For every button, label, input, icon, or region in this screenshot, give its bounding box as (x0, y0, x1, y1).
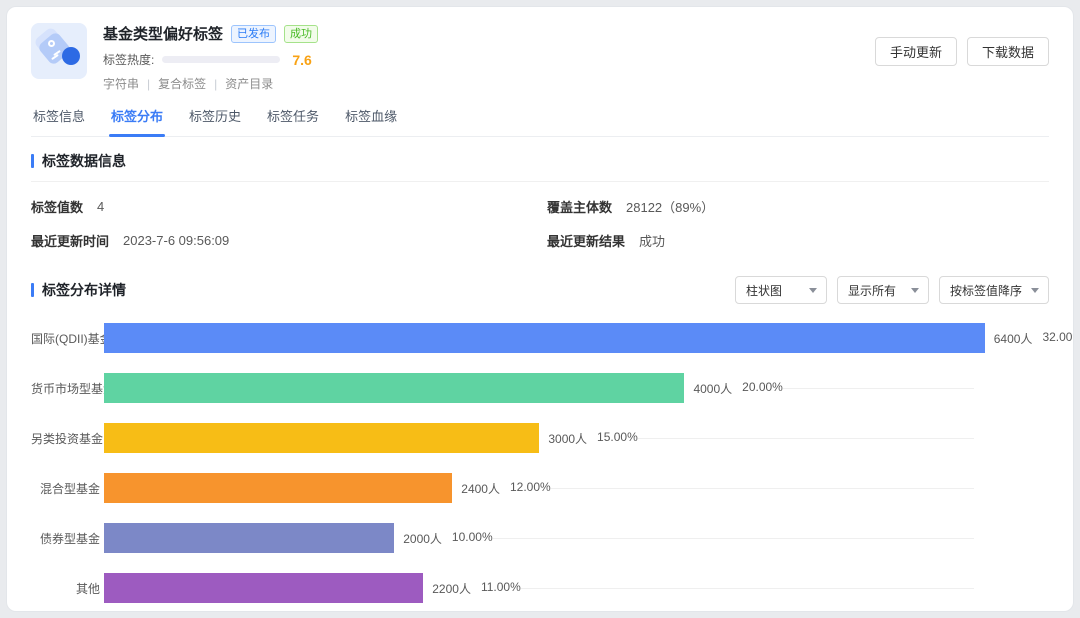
tab-tag-distribution[interactable]: 标签分布 (109, 106, 165, 136)
tab-tag-lineage[interactable]: 标签血缘 (343, 106, 399, 136)
bar-category-label: 货币市场型基金 (31, 380, 104, 397)
field-last-update-time: 最近更新时间 2023-7-6 09:56:09 (31, 216, 547, 250)
tag-detail-card: 基金类型偏好标签 已发布 成功 标签热度: 7.6 字符串 | 复合标签 | 资… (6, 6, 1074, 612)
bar[interactable] (104, 323, 985, 353)
bar-value: 2400人 12.00% (461, 480, 550, 497)
meta-item-catalog: 资产目录 (225, 75, 273, 92)
status-badge-published: 已发布 (231, 25, 276, 43)
info-fields: 标签值数 4 覆盖主体数 28122（89%） 最近更新时间 2023-7-6 … (31, 182, 1049, 250)
section-accent-bar (31, 154, 34, 168)
tab-tag-tasks[interactable]: 标签任务 (265, 106, 321, 136)
section-accent-bar (31, 283, 34, 297)
bar-plot-area: 3000人 15.00% (104, 423, 1049, 453)
chart-row: 混合型基金 2400人 12.00% (31, 463, 1049, 513)
bar-pct-label: 32.00% (1042, 330, 1074, 347)
bar-value-label: 2000人 (403, 530, 442, 547)
bar[interactable] (104, 473, 452, 503)
meta-item-kind: 复合标签 (158, 75, 206, 92)
bar-plot-area: 4000人 20.00% (104, 373, 1049, 403)
distribution-section-header: 标签分布详情 柱状图 显示所有 按标签值降序 (31, 276, 1049, 304)
bar[interactable] (104, 373, 684, 403)
bar-pct-label: 20.00% (742, 380, 783, 397)
display-filter-select[interactable]: 显示所有 (837, 276, 929, 304)
bar-category-label: 另类投资基金 (31, 430, 104, 447)
chart-row: 另类投资基金 3000人 15.00% (31, 413, 1049, 463)
heat-progress (162, 56, 280, 63)
bar-category-label: 债券型基金 (31, 530, 104, 547)
bar-value-label: 2400人 (461, 480, 500, 497)
chevron-down-icon (809, 288, 817, 293)
header-actions: 手动更新 下载数据 (875, 37, 1049, 66)
meta-separator: | (147, 77, 150, 91)
bar-value-label: 6400人 (994, 330, 1033, 347)
tag-icon (31, 23, 87, 79)
row-grid-line (551, 488, 975, 489)
field-covered-entities: 覆盖主体数 28122（89%） (547, 182, 1049, 216)
chart-row: 债券型基金 2000人 10.00% (31, 513, 1049, 563)
bar-value-label: 2200人 (432, 580, 471, 597)
meta-row: 字符串 | 复合标签 | 资产目录 (103, 75, 875, 92)
chart-row: 其他 2200人 11.00% (31, 563, 1049, 612)
bar[interactable] (104, 523, 394, 553)
sort-order-select[interactable]: 按标签值降序 (939, 276, 1049, 304)
status-badge-success: 成功 (284, 25, 318, 43)
row-grid-line (638, 438, 975, 439)
chart-filters: 柱状图 显示所有 按标签值降序 (735, 276, 1049, 304)
distribution-bar-chart: 国际(QDII)基金 6400人 32.00% 货币市场型基金 4000人 20… (31, 313, 1049, 612)
bar-plot-area: 2000人 10.00% (104, 523, 1049, 553)
tab-tag-history[interactable]: 标签历史 (187, 106, 243, 136)
bar[interactable] (104, 573, 423, 603)
bar-value: 3000人 15.00% (548, 430, 637, 447)
chart-row: 货币市场型基金 4000人 20.00% (31, 363, 1049, 413)
meta-item-type: 字符串 (103, 75, 139, 92)
bar-value: 2000人 10.00% (403, 530, 492, 547)
header-main: 基金类型偏好标签 已发布 成功 标签热度: 7.6 字符串 | 复合标签 | 资… (103, 23, 875, 92)
header: 基金类型偏好标签 已发布 成功 标签热度: 7.6 字符串 | 复合标签 | 资… (31, 23, 1049, 92)
row-grid-line (521, 588, 975, 589)
bar-pct-label: 11.00% (481, 580, 521, 597)
page-title: 基金类型偏好标签 (103, 23, 223, 44)
bar-value-label: 4000人 (693, 380, 732, 397)
bar-value: 4000人 20.00% (693, 380, 782, 397)
manual-update-button[interactable]: 手动更新 (875, 37, 957, 66)
bar-category-label: 其他 (31, 580, 104, 597)
chevron-down-icon (911, 288, 919, 293)
bar-pct-label: 12.00% (510, 480, 551, 497)
meta-separator: | (214, 77, 217, 91)
heat-value: 7.6 (292, 52, 311, 68)
bar-category-label: 混合型基金 (31, 480, 104, 497)
field-tag-value-count: 标签值数 4 (31, 182, 547, 216)
bar-plot-area: 6400人 32.00% (104, 323, 1049, 353)
bar-pct-label: 10.00% (452, 530, 493, 547)
tab-bar: 标签信息 标签分布 标签历史 标签任务 标签血缘 (31, 106, 1049, 137)
bar-value: 2200人 11.00% (432, 580, 521, 597)
chart-type-select[interactable]: 柱状图 (735, 276, 827, 304)
chart-row: 国际(QDII)基金 6400人 32.00% (31, 313, 1049, 363)
section-title-distribution: 标签分布详情 (42, 280, 126, 300)
bar-value-label: 3000人 (548, 430, 587, 447)
row-grid-line (493, 538, 975, 539)
chart-rows: 国际(QDII)基金 6400人 32.00% 货币市场型基金 4000人 20… (31, 313, 1049, 612)
chevron-down-icon (1031, 288, 1039, 293)
bar-plot-area: 2400人 12.00% (104, 473, 1049, 503)
bar[interactable] (104, 423, 539, 453)
bar-pct-label: 15.00% (597, 430, 638, 447)
tag-data-info-section: 标签数据信息 标签值数 4 覆盖主体数 28122（89%） 最近更新时间 20… (31, 151, 1049, 250)
heat-row: 标签热度: 7.6 (103, 51, 875, 68)
section-title-data-info: 标签数据信息 (42, 151, 126, 171)
heat-label: 标签热度: (103, 51, 154, 68)
bar-plot-area: 2200人 11.00% (104, 573, 1049, 603)
field-last-update-result: 最近更新结果 成功 (547, 216, 1049, 250)
download-data-button[interactable]: 下载数据 (967, 37, 1049, 66)
bar-value: 6400人 32.00% (994, 330, 1074, 347)
row-grid-line (783, 388, 975, 389)
tab-tag-info[interactable]: 标签信息 (31, 106, 87, 136)
bar-category-label: 国际(QDII)基金 (31, 330, 104, 347)
